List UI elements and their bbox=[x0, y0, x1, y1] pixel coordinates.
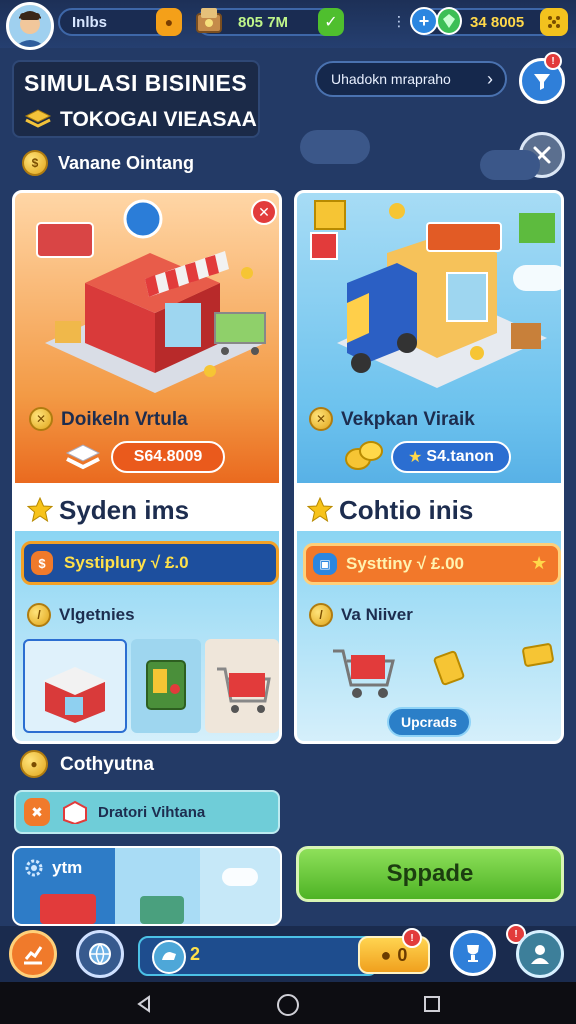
shop-icon bbox=[43, 667, 107, 723]
upgrade-button[interactable]: Upcrads bbox=[387, 707, 471, 737]
cart-icon bbox=[217, 667, 271, 713]
star-icon: ★ bbox=[408, 449, 423, 466]
left-heading: Syden ims bbox=[59, 495, 190, 525]
left-price-tag[interactable]: S64.8009 bbox=[111, 441, 225, 473]
screen-icon: ▣ bbox=[313, 553, 337, 575]
chevron-right-icon: › bbox=[487, 68, 493, 89]
coin-shop-button[interactable]: ● bbox=[156, 8, 182, 36]
coin-icon: $ bbox=[22, 150, 48, 176]
coin-icon: / bbox=[27, 603, 51, 627]
gold-bars-icon bbox=[343, 437, 385, 473]
coin-icon: ✕ bbox=[309, 407, 333, 431]
notification-icon bbox=[534, 74, 550, 90]
close-icon: ✕ bbox=[258, 203, 270, 220]
counter-value: 2 bbox=[190, 944, 201, 964]
left-business-name: Doikeln Vrtula bbox=[61, 409, 188, 430]
action-button[interactable]: Sppade bbox=[296, 846, 564, 902]
star-icon: ★ bbox=[531, 553, 548, 573]
thumb-machine[interactable] bbox=[131, 639, 201, 733]
right-price-value: S4.tanon bbox=[426, 448, 494, 465]
right-card-scene bbox=[297, 193, 561, 483]
coin-icon: ● bbox=[164, 14, 174, 30]
coin-badge: ! bbox=[402, 928, 422, 948]
dice-icon[interactable] bbox=[540, 8, 568, 36]
money-confirm-button[interactable]: ✓ bbox=[318, 8, 344, 36]
mini-card[interactable]: ytm bbox=[12, 846, 282, 926]
trophy-button[interactable] bbox=[450, 930, 496, 976]
package-icon bbox=[62, 800, 88, 826]
bg-cloud bbox=[300, 130, 370, 164]
cash-icon bbox=[65, 441, 101, 471]
hand-icon bbox=[152, 940, 186, 974]
player-name: Inlbs bbox=[72, 13, 108, 31]
check-icon: ✓ bbox=[324, 14, 338, 31]
globe-icon bbox=[89, 943, 111, 966]
profile-button[interactable] bbox=[516, 930, 564, 978]
page-title: SIMULASI BISINIES bbox=[24, 70, 248, 96]
shop-icon bbox=[40, 894, 96, 924]
close-button[interactable]: ✕ bbox=[251, 199, 277, 225]
left-sub-label: Vlgetnies bbox=[59, 605, 135, 624]
home-icon[interactable] bbox=[277, 994, 299, 1016]
search-label: Uhadokn mrapraho bbox=[331, 71, 451, 87]
search-bar[interactable]: Uhadokn mrapraho › bbox=[315, 61, 507, 97]
avatar-icon bbox=[9, 5, 51, 47]
crate-icon bbox=[140, 896, 184, 924]
tools-icon: ✖ bbox=[24, 798, 50, 826]
trophy-icon bbox=[467, 945, 479, 962]
cart-icon bbox=[329, 641, 399, 701]
back-icon[interactable] bbox=[134, 994, 154, 1014]
thumb-cart[interactable] bbox=[205, 639, 279, 733]
coin-icon: ✕ bbox=[29, 407, 53, 431]
right-business-name: Vekpkan Viraik bbox=[341, 409, 475, 430]
bottom-section-label: Cothyutna bbox=[60, 754, 154, 775]
star-icon bbox=[306, 496, 334, 523]
right-sub-label: Va Niiver bbox=[341, 605, 413, 624]
section-label: Vanane Ointang bbox=[58, 153, 195, 173]
add-gems-button[interactable]: + bbox=[410, 7, 438, 35]
star-icon bbox=[26, 496, 54, 523]
money-value: 805 7M bbox=[238, 13, 289, 31]
gems-value: 34 8005 bbox=[470, 13, 525, 31]
gem-icon bbox=[436, 7, 462, 35]
cash-icon bbox=[194, 4, 224, 38]
separator-dots: ⋮ bbox=[392, 13, 406, 29]
mini-card-label: ytm bbox=[52, 858, 83, 877]
shop-illustration bbox=[36, 199, 266, 393]
coin-icon: / bbox=[309, 603, 333, 627]
truck-store-illustration bbox=[310, 200, 555, 388]
bg-cloud bbox=[480, 150, 540, 180]
left-card-scene bbox=[15, 193, 279, 483]
stack-icon bbox=[24, 106, 52, 130]
page-subtitle: TOKOGAI VIEASAA bbox=[60, 108, 257, 131]
right-business-card[interactable]: ✕ Vekpkan Viraik ★ S4.tanon Cohtio inis S… bbox=[294, 190, 564, 744]
right-price-tag[interactable]: ★ S4.tanon bbox=[391, 441, 511, 473]
coin-icon: ● bbox=[20, 750, 48, 778]
right-system-bar[interactable]: Systtiny √ £.00 bbox=[303, 543, 561, 585]
shop-icon: $ bbox=[31, 551, 53, 575]
cloud bbox=[222, 868, 258, 886]
coin-icon: ● bbox=[380, 944, 392, 965]
left-system-bar[interactable]: Systiplury √ £.0 bbox=[21, 541, 279, 585]
map-button[interactable] bbox=[76, 930, 124, 978]
coin-value: 0 bbox=[397, 944, 408, 965]
recents-icon[interactable] bbox=[424, 996, 440, 1012]
notification-badge: ! bbox=[544, 52, 562, 70]
cloud bbox=[513, 265, 561, 291]
right-heading: Cohtio inis bbox=[339, 495, 474, 525]
chart-button[interactable] bbox=[9, 930, 57, 978]
thumb-shop[interactable] bbox=[23, 639, 127, 733]
player-avatar[interactable] bbox=[6, 2, 54, 50]
vending-icon bbox=[146, 660, 186, 710]
plus-icon: + bbox=[418, 10, 430, 31]
profile-icon bbox=[531, 945, 549, 964]
chart-icon bbox=[24, 946, 43, 965]
left-business-card[interactable]: ✕ ✕ Doikeln Vrtula S64.8009 Syden ims Sy… bbox=[12, 190, 282, 744]
list-item[interactable]: Dratori Vihtana bbox=[14, 790, 280, 834]
gear-icon bbox=[24, 858, 44, 878]
